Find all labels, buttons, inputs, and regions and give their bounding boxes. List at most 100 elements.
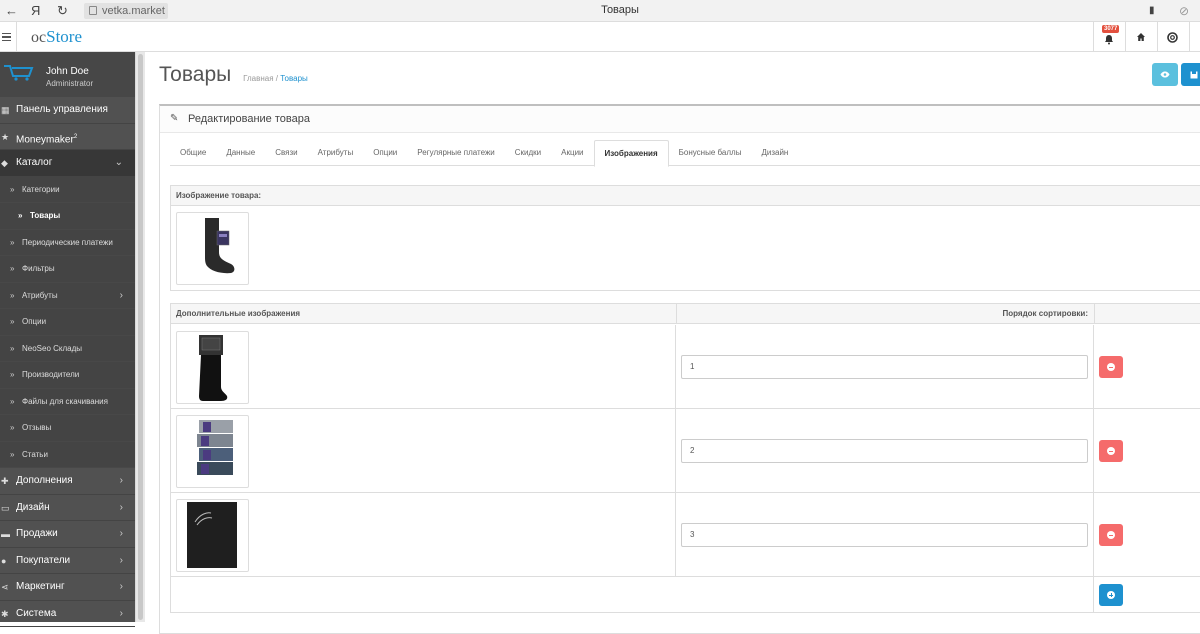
tab-options[interactable]: Опции xyxy=(363,140,407,166)
preview-button[interactable] xyxy=(1152,63,1178,86)
image-row: 2 xyxy=(171,409,1200,493)
image-thumbnail[interactable] xyxy=(176,415,249,488)
monitor-icon: ▭ xyxy=(1,502,10,513)
eye-icon xyxy=(1160,71,1170,78)
user-role: Administrator xyxy=(46,79,94,88)
avatar xyxy=(4,65,34,81)
double-chevron-icon: » xyxy=(10,343,15,353)
tab-specials[interactable]: Акции xyxy=(551,140,593,166)
nav-moneymaker[interactable]: ★ Moneymaker2 xyxy=(0,124,135,150)
double-chevron-icon: » xyxy=(18,211,23,220)
image-row: 1 xyxy=(171,325,1200,409)
nav-sales[interactable]: ▬ Продажи › xyxy=(0,521,135,548)
sidebar-item-recurring[interactable]: » Периодические платежи xyxy=(0,229,135,256)
double-chevron-icon: » xyxy=(10,184,15,194)
scrollbar-thumb[interactable] xyxy=(138,54,143,620)
sidebar-item-articles[interactable]: » Статьи xyxy=(0,441,135,468)
additional-images-table: Дополнительные изображения Порядок сорти… xyxy=(170,303,1200,613)
cog-icon: ✱ xyxy=(1,608,9,619)
double-chevron-icon: » xyxy=(10,396,15,406)
save-button[interactable] xyxy=(1181,63,1200,86)
remove-image-button[interactable] xyxy=(1099,524,1123,546)
nav-design[interactable]: ▭ Дизайн › xyxy=(0,495,135,521)
main-image-thumbnail[interactable] xyxy=(176,212,249,285)
sidebar-item-categories[interactable]: » Категории xyxy=(0,176,135,203)
breadcrumb-separator: / xyxy=(275,74,279,83)
tab-design[interactable]: Дизайн xyxy=(751,140,798,166)
tab-discounts[interactable]: Скидки xyxy=(505,140,551,166)
sidebar: John Doe Administrator ▦ Панель управлен… xyxy=(0,52,135,627)
double-chevron-icon: » xyxy=(10,237,15,247)
tab-reward-points[interactable]: Бонусные баллы xyxy=(669,140,752,166)
panel-title: Редактирование товара xyxy=(188,113,310,125)
page-title: Товары xyxy=(159,63,232,86)
tab-data[interactable]: Данные xyxy=(216,140,265,166)
page-header: Товары Главная / Товары xyxy=(159,63,308,87)
image-thumbnail[interactable] xyxy=(176,331,249,404)
chevron-right-icon: › xyxy=(119,501,123,513)
cell-divider xyxy=(1093,493,1094,577)
nav-catalog[interactable]: ◆ Каталог ⌄ xyxy=(0,150,135,177)
cell-divider xyxy=(675,325,676,409)
breadcrumb-home[interactable]: Главная xyxy=(243,74,273,83)
sidebar-item-manufacturers[interactable]: » Производители xyxy=(0,362,135,389)
nav-system[interactable]: ✱ Система › xyxy=(0,601,135,627)
tab-links[interactable]: Связи xyxy=(265,140,307,166)
tab-recurring[interactable]: Регулярные платежи xyxy=(407,140,505,166)
cell-divider xyxy=(675,493,676,577)
sidebar-item-products[interactable]: » Товары xyxy=(0,203,135,230)
chevron-right-icon: › xyxy=(119,581,123,592)
sidebar-item-warehouses[interactable]: » NeoSeo Склады xyxy=(0,335,135,362)
sort-order-input[interactable]: 3 xyxy=(681,523,1088,547)
cell-divider xyxy=(675,409,676,493)
cell-divider xyxy=(1093,409,1094,493)
sidebar-item-attributes[interactable]: » Атрибуты › xyxy=(0,282,135,309)
product-tabs: Общие Данные Связи Атрибуты Опции Регуля… xyxy=(170,140,1200,167)
sort-order-input[interactable]: 2 xyxy=(681,439,1088,463)
user-profile[interactable]: John Doe Administrator xyxy=(0,52,135,97)
sidebar-item-reviews[interactable]: » Отзывы xyxy=(0,415,135,442)
menu-toggle-icon[interactable] xyxy=(0,22,16,52)
product-image xyxy=(197,420,233,475)
user-name: John Doe xyxy=(46,66,89,77)
remove-image-button[interactable] xyxy=(1099,356,1123,378)
support-button[interactable] xyxy=(1157,22,1187,52)
image-thumbnail[interactable] xyxy=(176,499,249,572)
browser-bar: ← Я ↻ vetka.market Товары ▮ ⊘ xyxy=(0,0,1200,22)
nav-customers[interactable]: ● Покупатели › xyxy=(0,548,135,574)
nav-dashboard[interactable]: ▦ Панель управления xyxy=(0,97,135,124)
sort-order-input[interactable]: 1 xyxy=(681,355,1088,379)
main-image-table: Изображение товара: xyxy=(170,185,1200,291)
protect-icon[interactable]: ⊘ xyxy=(1179,3,1189,19)
browser-title: Товары xyxy=(601,4,639,16)
notification-badge: 3077 xyxy=(1102,25,1120,33)
tab-general[interactable]: Общие xyxy=(170,140,216,166)
nav-extensions[interactable]: ✚ Дополнения › xyxy=(0,468,135,495)
logout-button[interactable] xyxy=(1189,22,1200,52)
tab-attributes[interactable]: Атрибуты xyxy=(308,140,364,166)
opencart-logo[interactable]: ocStore xyxy=(16,22,82,52)
remove-image-button[interactable] xyxy=(1099,440,1123,462)
breadcrumb: Главная / Товары xyxy=(243,74,308,83)
nav-marketing[interactable]: ⋖ Маркетинг › xyxy=(0,574,135,601)
pencil-icon: ✎ xyxy=(170,113,179,124)
sidebar-item-options[interactable]: » Опции xyxy=(0,309,135,336)
sidebar-item-downloads[interactable]: » Файлы для скачивания xyxy=(0,388,135,415)
home-button[interactable] xyxy=(1125,22,1155,52)
app-header: ocStore 3077 xyxy=(0,22,1200,52)
minus-circle-icon xyxy=(1107,447,1115,455)
chevron-right-icon: › xyxy=(119,554,123,566)
bookmark-icon[interactable]: ▮ xyxy=(1149,3,1155,19)
dashboard-icon: ▦ xyxy=(1,105,10,115)
notifications-button[interactable]: 3077 xyxy=(1093,22,1123,52)
breadcrumb-current[interactable]: Товары xyxy=(280,74,308,83)
add-image-button[interactable] xyxy=(1099,584,1123,606)
tab-images[interactable]: Изображения xyxy=(593,140,669,167)
sidebar-scrollbar[interactable] xyxy=(135,52,145,622)
chevron-right-icon: › xyxy=(119,607,123,619)
double-chevron-icon: » xyxy=(10,264,15,273)
sidebar-item-filters[interactable]: » Фильтры xyxy=(0,256,135,283)
bell-icon xyxy=(1104,35,1113,45)
save-icon xyxy=(1190,71,1198,78)
support-icon xyxy=(1167,31,1178,43)
